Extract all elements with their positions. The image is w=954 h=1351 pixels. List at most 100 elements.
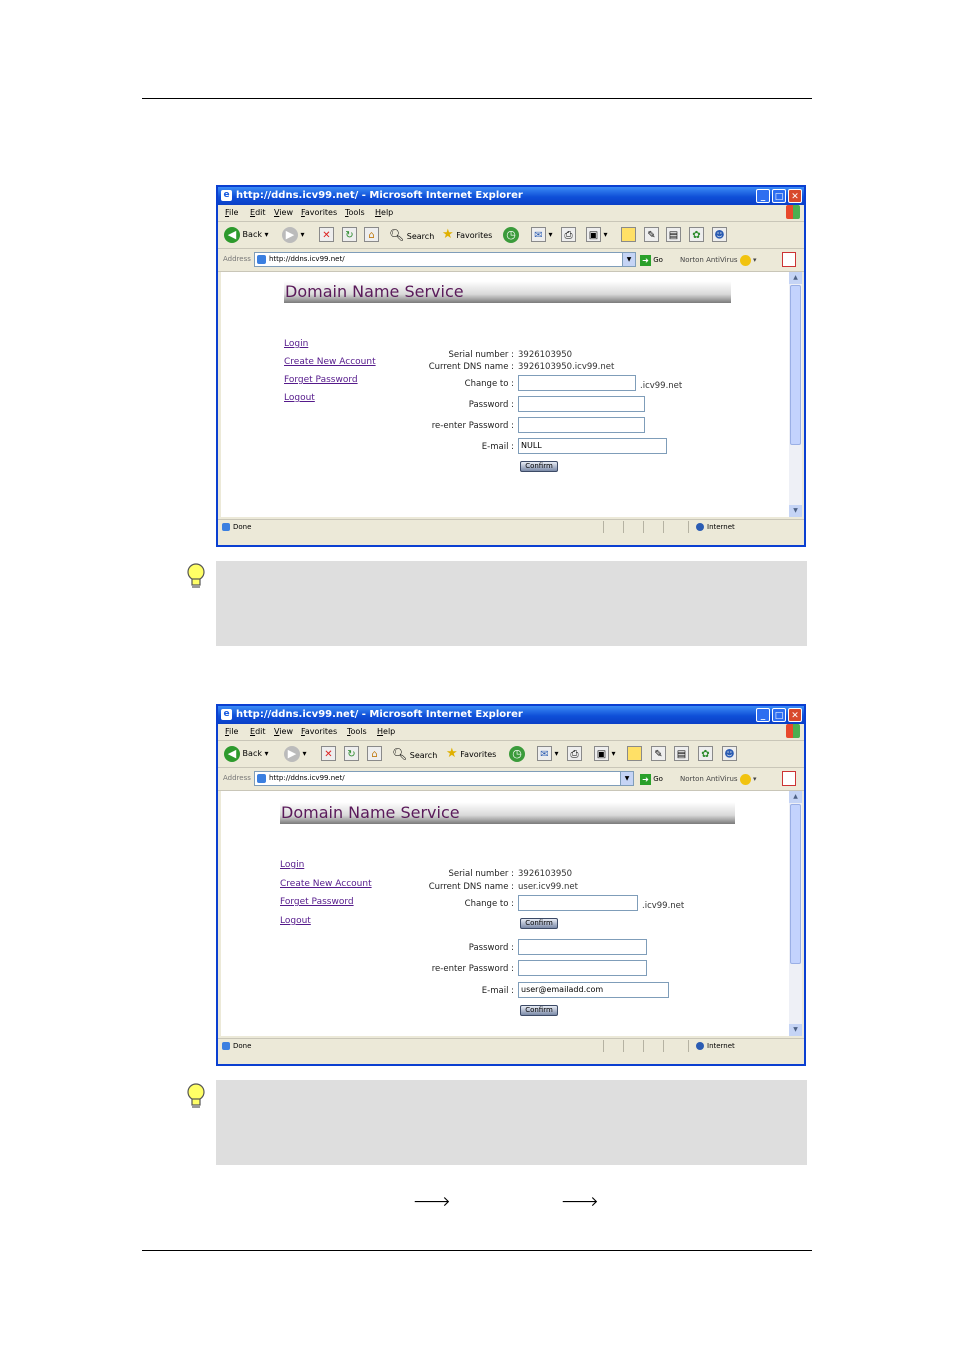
history-button[interactable]: ◷	[503, 226, 519, 244]
domain-suffix: .icv99.net	[640, 381, 683, 391]
back-button[interactable]: ◀ Back ▾	[224, 745, 269, 763]
menu-edit[interactable]: Edit	[250, 205, 266, 221]
maximize-button[interactable]: □	[772, 189, 786, 203]
reenter-password-input[interactable]	[518, 417, 645, 433]
password-input[interactable]	[518, 396, 645, 412]
stop-button[interactable]: ✕	[321, 745, 336, 763]
search-button[interactable]: 🔍︎ Search	[392, 745, 437, 763]
research-button[interactable]: ✎	[651, 745, 666, 763]
chevron-down-icon[interactable]: ▼	[620, 772, 633, 785]
nav-login[interactable]: Login	[280, 860, 304, 870]
password-input[interactable]	[518, 939, 647, 955]
edit-button[interactable]: ▣ ▾	[594, 745, 616, 763]
nav-create-account[interactable]: Create New Account	[284, 357, 376, 367]
url-input[interactable]: http://ddns.icv99.net/ ▼	[254, 771, 634, 786]
serial-value: 3926103950	[518, 869, 573, 879]
menu-favorites[interactable]: Favorites	[301, 205, 337, 221]
go-button[interactable]: ➜ Go	[640, 772, 663, 786]
confirm-dns-button[interactable]: Confirm	[520, 918, 558, 929]
menu-tools[interactable]: Tools	[345, 205, 365, 221]
stop-button[interactable]: ✕	[319, 226, 334, 244]
chevron-down-icon[interactable]: ▼	[622, 253, 635, 266]
tool-button[interactable]: ✿	[698, 745, 713, 763]
research-button[interactable]: ✎	[644, 226, 659, 244]
print-button[interactable]: ⎙	[561, 226, 576, 244]
close-button[interactable]: ✕	[788, 708, 802, 722]
print-button[interactable]: ⎙	[567, 745, 582, 763]
forward-button[interactable]: ▶ ▾	[282, 226, 305, 244]
nav-logout[interactable]: Logout	[280, 916, 311, 926]
refresh-icon: ↻	[344, 746, 359, 761]
menu-favorites[interactable]: Favorites	[301, 724, 337, 740]
favorites-button[interactable]: ★ Favorites	[442, 226, 492, 244]
menu-help[interactable]: Help	[375, 205, 393, 221]
change-to-input[interactable]	[518, 375, 636, 391]
edit-button[interactable]: ▣ ▾	[586, 226, 608, 244]
nav-logout[interactable]: Logout	[284, 393, 315, 403]
home-button[interactable]: ⌂	[364, 226, 379, 244]
back-button[interactable]: ◀ Back ▾	[224, 226, 269, 244]
nav-login[interactable]: Login	[284, 339, 308, 349]
refresh-button[interactable]: ↻	[344, 745, 359, 763]
url-text: http://ddns.icv99.net/	[269, 255, 345, 263]
confirm-button[interactable]: Confirm	[520, 461, 558, 472]
mail-button[interactable]: ✉ ▾	[531, 226, 553, 244]
scroll-down-icon[interactable]: ▼	[789, 1024, 802, 1036]
menu-view[interactable]: View	[274, 205, 293, 221]
change-to-input[interactable]	[518, 895, 638, 911]
vertical-scrollbar[interactable]: ▲ ▼	[789, 791, 802, 1036]
menu-file[interactable]: File	[225, 205, 238, 221]
email-input[interactable]: user@emailadd.com	[518, 982, 669, 998]
url-input[interactable]: http://ddns.icv99.net/ ▼	[254, 252, 636, 267]
pdf-icon[interactable]	[782, 252, 796, 267]
search-button[interactable]: 🔍︎ Search	[389, 226, 434, 244]
go-button[interactable]: ➜ Go	[640, 253, 663, 267]
nav-create-account[interactable]: Create New Account	[280, 879, 372, 889]
scroll-up-icon[interactable]: ▲	[789, 791, 802, 803]
status-done: Done	[222, 523, 251, 531]
users-button[interactable]: ☻	[712, 226, 727, 244]
norton-button[interactable]: Norton AntiVirus ▾	[680, 772, 757, 786]
home-button[interactable]: ⌂	[367, 745, 382, 763]
forward-button[interactable]: ▶ ▾	[284, 745, 307, 763]
menu-tools[interactable]: Tools	[347, 724, 367, 740]
mail-icon: ✉	[537, 746, 552, 761]
menu-view[interactable]: View	[274, 724, 293, 740]
confirm-button[interactable]: Confirm	[520, 1005, 558, 1016]
favorites-button[interactable]: ★ Favorites	[446, 745, 496, 763]
maximize-button[interactable]: □	[772, 708, 786, 722]
notes-button[interactable]	[621, 226, 636, 244]
refresh-button[interactable]: ↻	[342, 226, 357, 244]
menu-file[interactable]: File	[225, 724, 238, 740]
history-button[interactable]: ◷	[509, 745, 525, 763]
reenter-password-input[interactable]	[518, 960, 647, 976]
norton-button[interactable]: Norton AntiVirus ▾	[680, 253, 757, 267]
favorites-label: Favorites	[460, 750, 497, 759]
menu-edit[interactable]: Edit	[250, 724, 266, 740]
notes-button[interactable]	[627, 745, 642, 763]
nav-forget-password[interactable]: Forget Password	[284, 375, 358, 385]
pdf-icon[interactable]	[782, 771, 796, 786]
messenger-button[interactable]: ▤	[674, 745, 689, 763]
scroll-up-icon[interactable]: ▲	[789, 272, 802, 284]
users-button[interactable]: ☻	[722, 745, 737, 763]
vertical-scrollbar[interactable]: ▲ ▼	[789, 272, 802, 517]
footer-rule	[142, 1250, 812, 1251]
scroll-thumb[interactable]	[790, 285, 801, 445]
window-title: http://ddns.icv99.net/ - Microsoft Inter…	[236, 709, 523, 720]
tool-button[interactable]: ✿	[689, 226, 704, 244]
minimize-button[interactable]: _	[756, 708, 770, 722]
back-arrow-icon: ◀	[224, 226, 240, 243]
norton-icon	[739, 773, 751, 785]
messenger-button[interactable]: ▤	[666, 226, 681, 244]
nav-forget-password[interactable]: Forget Password	[280, 897, 354, 907]
page-icon	[222, 523, 230, 531]
scroll-thumb[interactable]	[790, 804, 801, 964]
change-to-label: Change to :	[464, 899, 514, 909]
mail-button[interactable]: ✉ ▾	[537, 745, 559, 763]
email-input[interactable]: NULL	[518, 438, 667, 454]
minimize-button[interactable]: _	[756, 189, 770, 203]
scroll-down-icon[interactable]: ▼	[789, 505, 802, 517]
close-button[interactable]: ✕	[788, 189, 802, 203]
menu-help[interactable]: Help	[377, 724, 395, 740]
